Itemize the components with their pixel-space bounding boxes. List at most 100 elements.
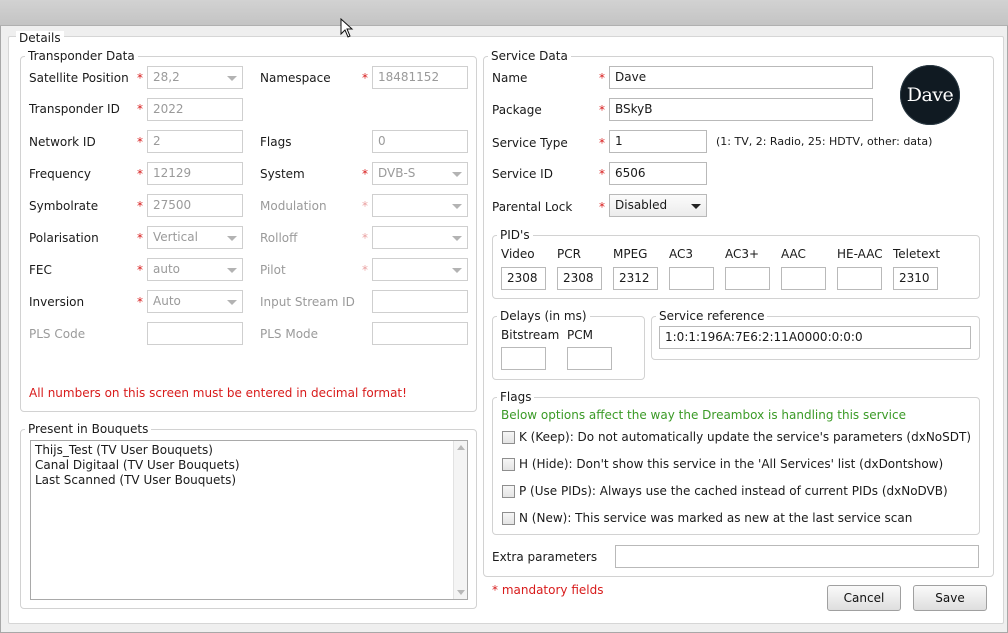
service-reference-title: Service reference [656, 309, 768, 323]
extra-parameters-label: Extra parameters [492, 550, 598, 564]
required-marker: * [137, 231, 143, 245]
flag-new-checkbox[interactable]: N (New): This service was marked as new … [502, 510, 912, 526]
required-marker: * [137, 135, 143, 149]
pls-code-field[interactable] [147, 322, 243, 345]
pcm-field[interactable] [567, 347, 612, 370]
required-marker: * [599, 71, 605, 85]
pid-mpeg-label: MPEG [613, 247, 648, 261]
service-type-hint: (1: TV, 2: Radio, 25: HDTV, other: data) [716, 135, 933, 148]
decimal-format-warning: All numbers on this screen must be enter… [29, 386, 407, 400]
flags-field[interactable]: 0 [372, 130, 468, 153]
chevron-down-icon [452, 204, 462, 209]
service-type-label: Service Type [492, 136, 568, 150]
pid-heaac-label: HE-AAC [837, 247, 883, 261]
checkbox-icon[interactable] [502, 431, 515, 444]
inversion-label: Inversion [29, 295, 85, 309]
rolloff-select[interactable] [372, 226, 468, 249]
satellite-position-value: 28,2 [153, 70, 180, 84]
symbolrate-field[interactable]: 27500 [147, 194, 243, 217]
required-marker: * [599, 200, 605, 214]
list-item[interactable]: Thijs_Test (TV User Bouquets) [31, 443, 467, 458]
transponder-id-label: Transponder ID [29, 102, 120, 116]
satellite-position-label: Satellite Position [29, 71, 129, 85]
input-stream-id-field[interactable] [372, 290, 468, 313]
polarisation-select[interactable]: Vertical [147, 226, 243, 249]
service-reference-field[interactable]: 1:0:1:196A:7E6:2:11A0000:0:0:0 [659, 326, 971, 349]
name-field[interactable]: Dave [609, 66, 873, 89]
scroll-up-icon[interactable] [457, 445, 465, 450]
required-marker: * [137, 199, 143, 213]
pcm-label: PCM [567, 328, 593, 342]
flag-keep-label: K (Keep): Do not automatically update th… [519, 430, 972, 444]
pid-pcr-field[interactable]: 2308 [557, 267, 602, 290]
required-marker: * [362, 71, 368, 85]
namespace-label: Namespace [260, 71, 331, 85]
flags-title: Flags [497, 390, 535, 404]
service-type-field[interactable]: 1 [609, 130, 707, 153]
chevron-down-icon [452, 268, 462, 273]
checkbox-icon[interactable] [502, 458, 515, 471]
inversion-select[interactable]: Auto [147, 290, 243, 313]
bouquets-list[interactable]: Thijs_Test (TV User Bouquets) Canal Digi… [30, 440, 468, 600]
flag-hide-label: H (Hide): Don't show this service in the… [519, 457, 944, 471]
service-data-title: Service Data [488, 49, 571, 63]
save-button[interactable]: Save [913, 585, 987, 611]
bouquets-scrollbar[interactable] [453, 441, 467, 599]
details-title: Details [16, 31, 64, 45]
system-select[interactable]: DVB-S [372, 162, 468, 185]
pls-mode-field[interactable] [372, 322, 468, 345]
pid-ac3plus-label: AC3+ [725, 247, 760, 261]
pid-ac3plus-field[interactable] [725, 267, 770, 290]
transponder-id-field[interactable]: 2022 [147, 98, 243, 121]
pid-video-label: Video [501, 247, 535, 261]
flag-hide-checkbox[interactable]: H (Hide): Don't show this service in the… [502, 456, 943, 472]
polarisation-label: Polarisation [29, 231, 99, 245]
pid-ac3-field[interactable] [669, 267, 714, 290]
package-label: Package [492, 103, 542, 117]
chevron-down-icon [227, 76, 237, 81]
pid-heaac-field[interactable] [837, 267, 882, 290]
system-label: System [260, 167, 305, 181]
package-field[interactable]: BSkyB [609, 98, 873, 121]
pid-mpeg-field[interactable]: 2312 [613, 267, 658, 290]
pid-aac-field[interactable] [781, 267, 826, 290]
checkbox-icon[interactable] [502, 512, 515, 525]
pid-teletext-field[interactable]: 2310 [893, 267, 938, 290]
parental-lock-select[interactable]: Disabled [609, 194, 707, 217]
cancel-button[interactable]: Cancel [827, 585, 901, 611]
chevron-down-icon [227, 236, 237, 241]
service-id-field[interactable]: 6506 [609, 162, 707, 185]
extra-parameters-field[interactable] [615, 545, 979, 568]
pls-code-label: PLS Code [29, 327, 86, 341]
bitstream-label: Bitstream [501, 328, 560, 342]
modulation-select[interactable] [372, 194, 468, 217]
pilot-select[interactable] [372, 258, 468, 281]
list-item[interactable]: Canal Digitaal (TV User Bouquets) [31, 458, 467, 473]
namespace-field[interactable]: 18481152 [372, 66, 468, 89]
frequency-field[interactable]: 12129 [147, 162, 243, 185]
delays-title: Delays (in ms) [497, 309, 590, 323]
list-item[interactable]: Last Scanned (TV User Bouquets) [31, 473, 467, 488]
channel-logo: Dave [900, 65, 960, 125]
flag-keep-checkbox[interactable]: K (Keep): Do not automatically update th… [502, 429, 971, 445]
fec-select[interactable]: auto [147, 258, 243, 281]
scroll-down-icon[interactable] [457, 590, 465, 595]
required-marker: * [137, 295, 143, 309]
flags-label: Flags [260, 135, 292, 149]
flag-use-pids-checkbox[interactable]: P (Use PIDs): Always use the cached inst… [502, 483, 948, 499]
transponder-data-title: Transponder Data [25, 49, 138, 63]
network-id-label: Network ID [29, 135, 96, 149]
window-titlebar[interactable] [0, 0, 1008, 26]
input-stream-id-label: Input Stream ID [260, 295, 355, 309]
pid-ac3-label: AC3 [669, 247, 694, 261]
pid-video-field[interactable]: 2308 [501, 267, 546, 290]
checkbox-icon[interactable] [502, 485, 515, 498]
pid-aac-label: AAC [781, 247, 806, 261]
frequency-label: Frequency [29, 167, 91, 181]
network-id-field[interactable]: 2 [147, 130, 243, 153]
satellite-position-select[interactable]: 28,2 [147, 66, 243, 89]
flag-new-label: N (New): This service was marked as new … [519, 511, 913, 525]
bitstream-field[interactable] [501, 347, 546, 370]
pilot-label: Pilot [260, 263, 286, 277]
modulation-label: Modulation [260, 199, 327, 213]
